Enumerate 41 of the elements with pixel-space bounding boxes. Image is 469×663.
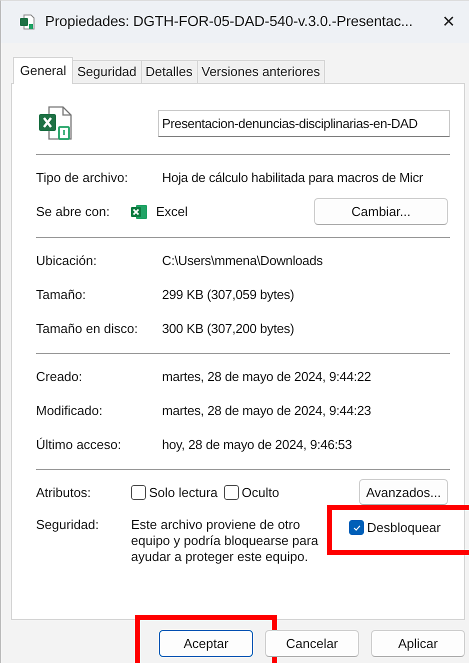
change-button[interactable]: Cambiar... <box>314 198 448 225</box>
field-value: Excel <box>156 204 188 219</box>
checkbox-label: Desbloquear <box>367 520 441 535</box>
field-value: 299 KB (307,059 bytes) <box>162 286 294 302</box>
field-value: 300 KB (307,200 bytes) <box>162 320 294 336</box>
field-value: Hoja de cálculo habilitada para macros de Micr <box>162 170 424 184</box>
checkbox-box[interactable] <box>224 484 239 500</box>
file-name-field[interactable]: Presentacion-denuncias-disciplinarias-en-DAD <box>158 110 450 136</box>
checkbox[interactable]: Oculto <box>224 484 280 500</box>
checkbox[interactable]: Solo lectura <box>131 484 218 500</box>
field-label: Último acceso: <box>36 436 122 452</box>
field-label: Creado: <box>36 368 84 384</box>
field-label: Modificado: <box>36 402 104 418</box>
field-label: Tamaño: <box>36 286 87 302</box>
field-value: martes, 28 de mayo de 2024, 9:44:23 <box>162 402 372 418</box>
tab[interactable]: General <box>13 57 74 84</box>
spreadsheet-file-icon <box>38 105 74 141</box>
field-label: Seguridad: <box>36 517 100 532</box>
checkbox-label: Solo lectura <box>149 484 218 500</box>
field-label: Tipo de archivo: <box>36 170 130 184</box>
advanced-button[interactable]: Avanzados... <box>359 479 448 505</box>
field-label: Tamaño en disco: <box>36 320 139 336</box>
checkbox-label: Oculto <box>242 484 280 500</box>
checkbox-box[interactable] <box>131 484 146 500</box>
close-button[interactable]: ✕ <box>434 8 463 36</box>
field-label: Se abre con: <box>36 204 111 219</box>
checkbox-box[interactable] <box>349 520 364 535</box>
field-label: Ubicación: <box>36 252 98 268</box>
field-value: martes, 28 de mayo de 2024, 9:44:22 <box>162 368 372 384</box>
dialog-button[interactable]: Aceptar <box>159 630 253 657</box>
field-value: C:\Users\mmena\Downloads <box>162 252 323 268</box>
dialog-button[interactable]: Aplicar <box>371 630 465 657</box>
security-message: Este archivo proviene de otro equipo y podría bloquearse para ayudar a proteger este equipo. <box>131 517 320 565</box>
unblock-checkbox[interactable]: Desbloquear <box>349 520 441 535</box>
field-value: hoy, 28 de mayo de 2024, 9:46:53 <box>162 436 352 452</box>
spreadsheet-app-icon <box>130 202 148 220</box>
tab[interactable]: Versiones anteriores <box>196 60 326 83</box>
dialog-button[interactable]: Cancelar <box>265 630 359 657</box>
field-label: Atributos: <box>36 484 92 500</box>
spreadsheet-file-icon <box>19 14 35 30</box>
window-title: Propiedades: DGTH-FOR-05-DAD-540-v.3.0.-Presentac... <box>45 14 413 30</box>
